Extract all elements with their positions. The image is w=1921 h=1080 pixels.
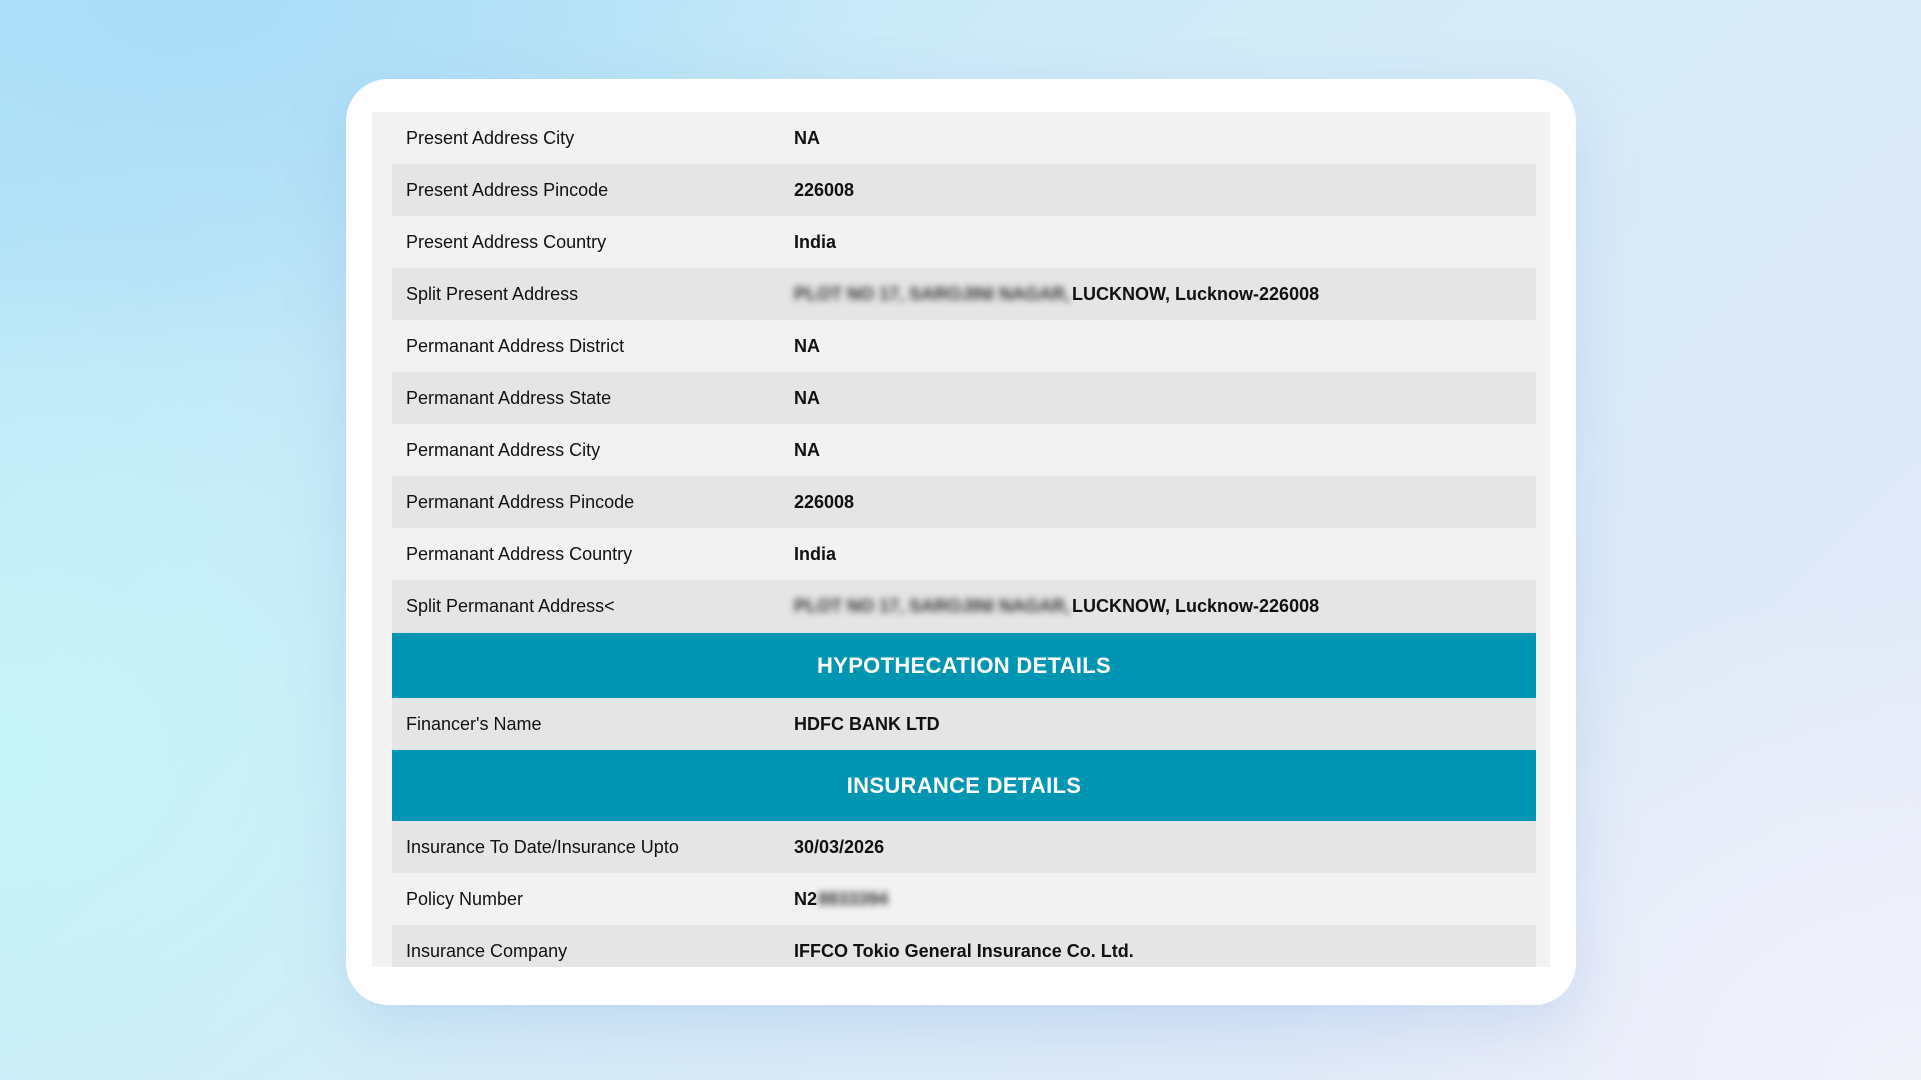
hypothecation-section-header: HYPOTHECATION DETAILS	[392, 633, 1536, 698]
row-label: Insurance Company	[406, 940, 568, 961]
table-row: Permanant Address Pincode 226008	[392, 476, 1536, 528]
row-value: N2 8833394	[794, 889, 890, 910]
row-value: NA	[794, 439, 820, 460]
row-value: PLOT NO 17, SAROJINI NAGAR, LUCKNOW, Luc…	[794, 284, 1319, 305]
table-row: Permanant Address Country India	[392, 528, 1536, 580]
row-value: India	[794, 543, 837, 564]
table-row: Present Address Country India	[392, 216, 1536, 268]
content-card: Present Address City NA Present Address …	[346, 79, 1576, 1005]
table-row: Permanant Address State NA	[392, 372, 1536, 424]
row-value: 226008	[794, 491, 855, 512]
table-row: Permanant Address District NA	[392, 320, 1536, 372]
row-value: 226008	[794, 179, 855, 200]
row-label: Present Address City	[406, 127, 575, 148]
row-value: IFFCO Tokio General Insurance Co. Ltd.	[794, 940, 1134, 961]
row-label: Permanant Address State	[406, 387, 612, 408]
row-label: Present Address Country	[406, 231, 607, 252]
row-label: Financer's Name	[406, 713, 542, 734]
insurance-section-header: INSURANCE DETAILS	[392, 750, 1536, 821]
row-label: Present Address Pincode	[406, 179, 609, 200]
table-row: Insurance To Date/Insurance Upto 30/03/2…	[392, 821, 1536, 873]
address-visible-part: LUCKNOW, Lucknow-226008	[1072, 283, 1320, 304]
row-label: Permanant Address Pincode	[406, 491, 635, 512]
vehicle-details-table: Present Address City NA Present Address …	[392, 112, 1536, 967]
row-label: Permanant Address City	[406, 439, 601, 460]
row-label: Permanant Address Country	[406, 543, 633, 564]
table-row: Split Permanant Address< PLOT NO 17, SAR…	[392, 580, 1536, 633]
table-row: Financer's Name HDFC BANK LTD	[392, 698, 1536, 750]
redacted-address: PLOT NO 17, SAROJINI NAGAR,	[794, 596, 1071, 616]
row-value: 30/03/2026	[794, 836, 885, 857]
scroll-viewport[interactable]: Present Address City NA Present Address …	[372, 112, 1550, 967]
row-label: Split Present Address	[406, 283, 579, 304]
row-value: HDFC BANK LTD	[794, 713, 940, 734]
address-visible-part: LUCKNOW, Lucknow-226008	[1072, 596, 1320, 616]
redacted-address: PLOT NO 17, SAROJINI NAGAR,	[794, 283, 1071, 304]
row-value: PLOT NO 17, SAROJINI NAGAR, LUCKNOW, Luc…	[794, 596, 1319, 617]
table-row: Present Address Pincode 226008	[392, 164, 1536, 216]
table-row: Permanant Address City NA	[392, 424, 1536, 476]
table-row: Policy Number N2 8833394	[392, 873, 1536, 925]
row-value: India	[794, 231, 837, 252]
row-label: Policy Number	[406, 888, 524, 909]
table-row: Present Address City NA	[392, 112, 1536, 164]
row-value: NA	[794, 335, 820, 356]
row-label: Split Permanant Address<	[406, 596, 615, 616]
redacted-policy-number: 8833394	[818, 888, 889, 909]
row-label: Permanant Address District	[406, 335, 625, 356]
row-value: NA	[794, 127, 820, 148]
row-label: Insurance To Date/Insurance Upto	[406, 836, 679, 857]
policy-number-visible: N2	[794, 888, 818, 909]
row-value: NA	[794, 387, 820, 408]
table-row: Insurance Company IFFCO Tokio General In…	[392, 925, 1536, 967]
table-row: Split Present Address PLOT NO 17, SAROJI…	[392, 268, 1536, 320]
